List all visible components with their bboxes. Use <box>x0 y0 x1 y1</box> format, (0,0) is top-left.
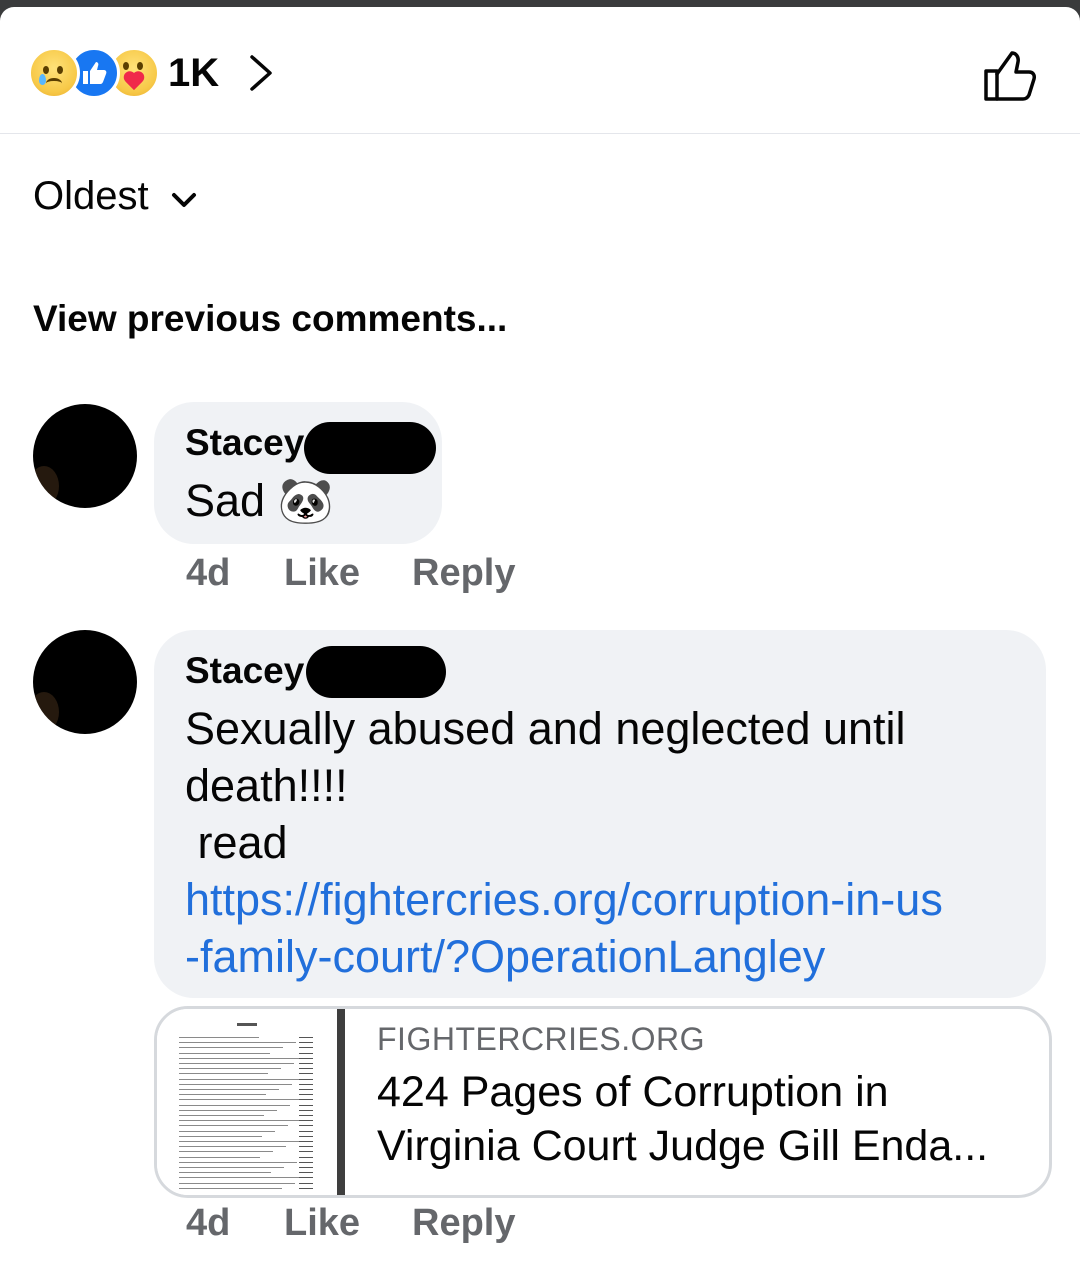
comment-text-line: death!!!! <box>185 760 348 811</box>
redaction-mark <box>306 646 446 698</box>
link-preview-card[interactable]: FIGHTERCRIES.ORG 424 Pages of Corruption… <box>154 1006 1052 1198</box>
view-previous-comments-link[interactable]: View previous comments... <box>33 298 507 340</box>
sort-label: Oldest <box>33 174 149 218</box>
document-thumbnail <box>157 1009 345 1195</box>
reply-button[interactable]: Reply <box>412 552 515 595</box>
avatar[interactable] <box>33 404 137 508</box>
redaction-mark <box>304 422 436 474</box>
comment-text: Sad 🐼 <box>185 475 334 526</box>
comment-author[interactable]: Stacey <box>185 422 304 464</box>
preview-domain: FIGHTERCRIES.ORG <box>377 1021 706 1057</box>
top-edge <box>0 0 1080 7</box>
chevron-right-icon[interactable] <box>246 53 276 93</box>
reactions-bar: 1K <box>0 7 1080 134</box>
comment-text-line: Sexually abused and neglected until <box>185 703 906 754</box>
like-outline-icon[interactable] <box>980 45 1042 107</box>
sad-reaction-icon <box>28 47 80 99</box>
preview-title: 424 Pages of Corruption in Virginia Cour… <box>377 1068 989 1170</box>
comment-actions: 4d Like Reply <box>186 552 586 602</box>
comment-time[interactable]: 4d <box>186 1202 230 1245</box>
reaction-count[interactable]: 1K <box>168 51 219 96</box>
comment-bubble: Stacey Sad 🐼 <box>154 402 442 544</box>
chevron-down-icon <box>172 192 197 207</box>
comment-time[interactable]: 4d <box>186 552 230 595</box>
comment-author[interactable]: Stacey <box>185 650 304 692</box>
avatar[interactable] <box>33 630 137 734</box>
comment-bubble: Stacey Sexually abused and neglected unt… <box>154 630 1046 998</box>
reply-button[interactable]: Reply <box>412 1202 515 1245</box>
comment-actions: 4d Like Reply <box>186 1202 586 1252</box>
sort-dropdown[interactable]: Oldest <box>33 174 197 222</box>
comment-link[interactable]: -family-court/?OperationLangley <box>185 928 825 985</box>
like-button[interactable]: Like <box>284 1202 360 1245</box>
comment-text-line: read <box>185 817 288 868</box>
like-button[interactable]: Like <box>284 552 360 595</box>
comment-link[interactable]: https://fightercries.org/corruption-in-u… <box>185 871 943 928</box>
